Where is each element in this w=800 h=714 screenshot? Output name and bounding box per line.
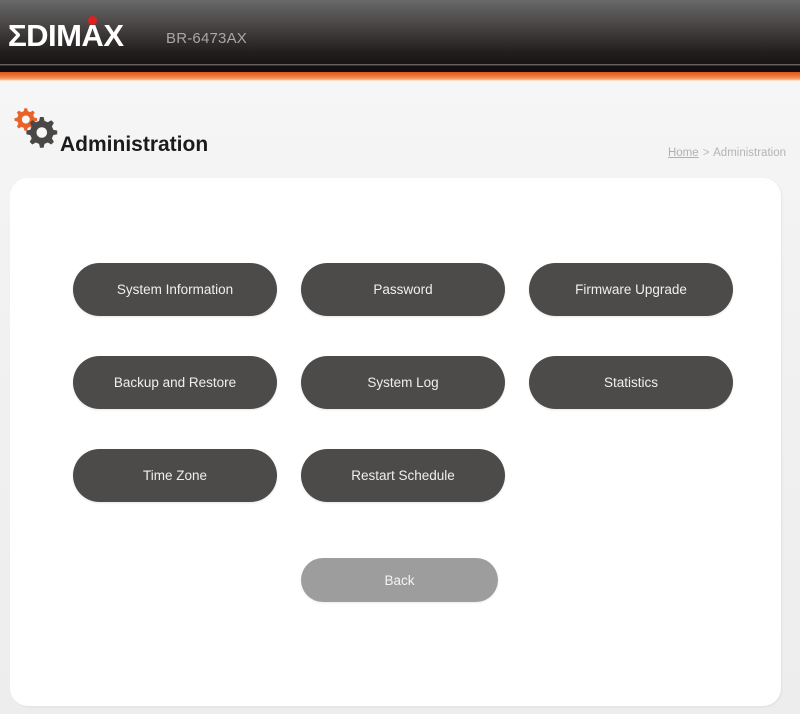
breadcrumb-separator: > xyxy=(702,147,710,159)
back-button-row: Back xyxy=(73,558,743,608)
admin-button-grid: System Information Password Firmware Upg… xyxy=(73,263,743,542)
button-statistics[interactable]: Statistics xyxy=(529,356,733,409)
content-panel: System Information Password Firmware Upg… xyxy=(10,178,781,706)
button-password[interactable]: Password xyxy=(301,263,505,316)
button-system-information[interactable]: System Information xyxy=(73,263,277,316)
app-header: ΣDIMAX BR-6473AX xyxy=(0,0,800,72)
breadcrumb-home-link[interactable]: Home xyxy=(668,147,699,159)
device-model-label: BR-6473AX xyxy=(166,30,248,47)
admin-button-row: Time Zone Restart Schedule xyxy=(73,449,743,542)
edimax-logo: ΣDIMAX xyxy=(8,18,124,54)
back-button[interactable]: Back xyxy=(301,558,498,602)
page-title-bar: Administration Home > Administration xyxy=(0,81,800,178)
breadcrumb-current: Administration xyxy=(713,147,786,159)
logo-text: DIMAX xyxy=(26,18,124,53)
admin-button-row: System Information Password Firmware Upg… xyxy=(73,263,743,356)
button-restart-schedule[interactable]: Restart Schedule xyxy=(301,449,505,502)
admin-button-row: Backup and Restore System Log Statistics xyxy=(73,356,743,449)
logo-sigma-letter: Σ xyxy=(7,18,27,53)
logo-red-dot-icon xyxy=(88,16,97,25)
breadcrumb: Home > Administration xyxy=(668,147,786,159)
button-time-zone[interactable]: Time Zone xyxy=(73,449,277,502)
button-system-log[interactable]: System Log xyxy=(301,356,505,409)
button-firmware-upgrade[interactable]: Firmware Upgrade xyxy=(529,263,733,316)
gears-icon xyxy=(8,103,64,151)
button-backup-and-restore[interactable]: Backup and Restore xyxy=(73,356,277,409)
accent-stripe xyxy=(0,72,800,81)
page-title: Administration xyxy=(60,133,209,156)
